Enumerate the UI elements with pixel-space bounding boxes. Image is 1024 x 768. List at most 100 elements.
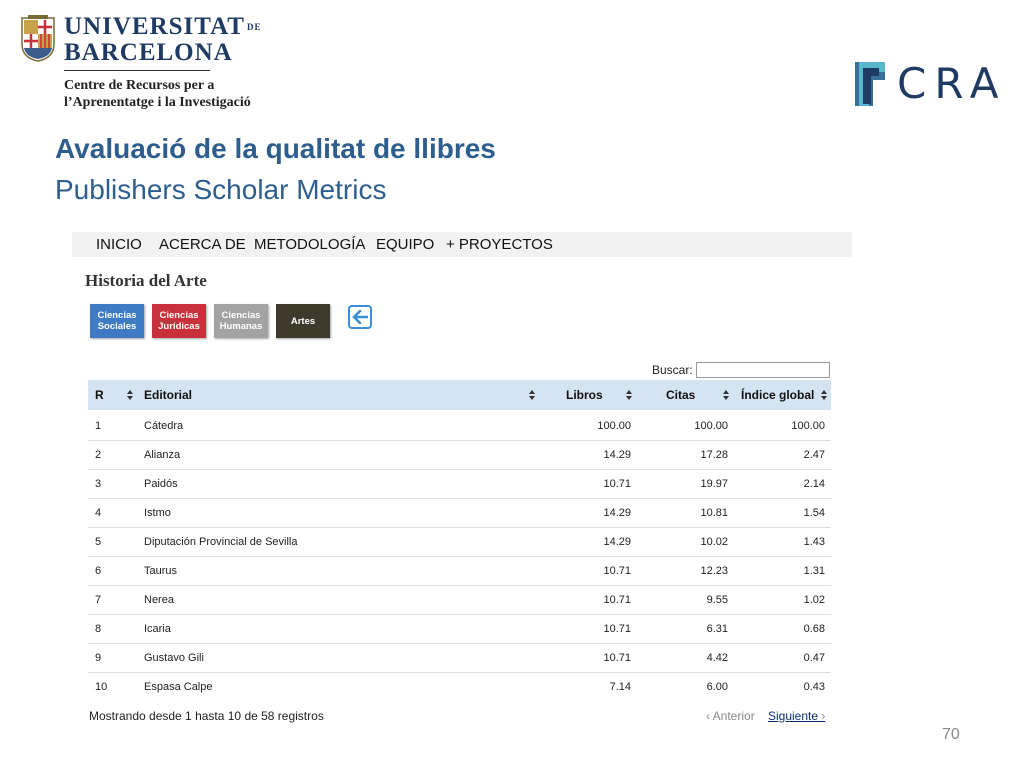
cell-libros: 7.14 (609, 681, 631, 693)
cell-indice-global: 0.43 (803, 681, 825, 693)
branding-divider (64, 70, 210, 71)
cell-citas: 6.00 (706, 681, 728, 693)
university-name: UNIVERSITAT DE BARCELONA (64, 14, 261, 66)
cell-rank: 2 (95, 449, 102, 461)
crai-logo-text: CRAI (897, 59, 1003, 108)
cell-indice-global: 1.31 (803, 565, 825, 577)
university-shield-logo (21, 15, 55, 62)
category-label-line1: Ciencias (159, 310, 199, 321)
category-ciencias-humanas-button[interactable]: Ciencias Humanas (214, 304, 268, 338)
table-row: 6 Taurus 10.71 12.23 1.31 (88, 556, 831, 586)
category-label-line1: Ciencias (221, 310, 261, 321)
cell-indice-global: 1.02 (803, 594, 825, 606)
cell-rank: 10 (95, 681, 108, 693)
search-input[interactable] (696, 362, 830, 378)
university-de: DE (246, 22, 262, 32)
cell-citas: 12.23 (700, 565, 728, 577)
cell-libros: 14.29 (603, 536, 631, 548)
table-row: 9 Gustavo Gili 10.71 4.42 0.47 (88, 643, 831, 673)
table-row: 7 Nerea 10.71 9.55 1.02 (88, 585, 831, 615)
category-label-line2: Sociales (97, 321, 137, 332)
cell-citas: 9.55 (706, 594, 728, 606)
sort-icon[interactable] (126, 389, 134, 401)
cell-editorial: Alianza (144, 449, 181, 461)
cell-libros: 10.71 (603, 652, 631, 664)
sort-icon[interactable] (625, 389, 633, 401)
cell-libros: 10.71 (603, 478, 631, 490)
cell-indice-global: 1.54 (803, 507, 825, 519)
table-row: 8 Icaria 10.71 6.31 0.68 (88, 614, 831, 644)
cell-rank: 8 (95, 623, 102, 635)
cell-citas: 6.31 (706, 623, 728, 635)
table-info: Mostrando desde 1 hasta 10 de 58 registr… (89, 709, 324, 723)
cell-rank: 3 (95, 478, 102, 490)
sort-icon[interactable] (722, 389, 730, 401)
category-artes-button[interactable]: Artes (276, 304, 330, 338)
nav-item-equipo[interactable]: EQUIPO (376, 236, 434, 253)
pagination-previous[interactable]: ‹ Anterior (706, 709, 755, 723)
cell-editorial: Icaria (144, 623, 171, 635)
table-row: 1 Cátedra 100.00 100.00 100.00 (88, 411, 831, 441)
table-header: R Editorial Libros Citas Índice global (88, 380, 831, 410)
slide-subtitle: Publishers Scholar Metrics (55, 174, 387, 205)
column-header-editorial[interactable]: Editorial (144, 388, 192, 402)
cell-rank: 7 (95, 594, 102, 606)
cell-editorial: Paidós (144, 478, 178, 490)
back-button[interactable] (348, 305, 372, 329)
cell-editorial: Diputación Provincial de Sevilla (144, 536, 298, 548)
cell-indice-global: 2.47 (803, 449, 825, 461)
category-ciencias-juridicas-button[interactable]: Ciencias Jurídicas (152, 304, 206, 338)
category-label-line2: Humanas (219, 321, 263, 332)
university-line1: UNIVERSITAT (64, 13, 245, 40)
nav-item-proyectos[interactable]: + PROYECTOS (446, 236, 553, 253)
cell-editorial: Nerea (144, 594, 174, 606)
top-nav: INICIO ACERCA DE METODOLOGÍA EQUIPO + PR… (72, 232, 852, 257)
cell-rank: 5 (95, 536, 102, 548)
cell-rank: 4 (95, 507, 102, 519)
search-label: Buscar: (652, 363, 693, 377)
crai-name-line2: l’Aprenentatge i la Investigació (64, 95, 251, 110)
cell-rank: 6 (95, 565, 102, 577)
sort-icon[interactable] (820, 389, 828, 401)
cell-editorial: Espasa Calpe (144, 681, 213, 693)
cell-libros: 10.71 (603, 594, 631, 606)
table-row: 3 Paidós 10.71 19.97 2.14 (88, 469, 831, 499)
cell-indice-global: 0.47 (803, 652, 825, 664)
cell-libros: 14.29 (603, 449, 631, 461)
cell-indice-global: 0.68 (803, 623, 825, 635)
table-row: 2 Alianza 14.29 17.28 2.47 (88, 440, 831, 470)
cell-citas: 10.02 (700, 536, 728, 548)
cell-citas: 10.81 (700, 507, 728, 519)
cell-citas: 100.00 (694, 420, 728, 432)
crai-logo: CRAI (855, 59, 1003, 108)
chevron-left-icon: ‹ (706, 709, 710, 723)
nav-item-acerca-de[interactable]: ACERCA DE (159, 236, 246, 253)
cell-editorial: Taurus (144, 565, 178, 577)
cell-citas: 4.42 (706, 652, 728, 664)
category-label-line1: Ciencias (97, 310, 137, 321)
crai-name-line1: Centre de Recursos per a (64, 78, 215, 93)
next-label: Siguiente (768, 709, 819, 723)
category-label-line2: Jurídicas (158, 321, 200, 332)
cell-indice-global: 100.00 (791, 420, 825, 432)
column-header-citas[interactable]: Citas (666, 388, 695, 402)
category-ciencias-sociales-button[interactable]: Ciencias Sociales (90, 304, 144, 338)
nav-item-metodologia[interactable]: METODOLOGÍA (254, 236, 365, 253)
table-row: 10 Espasa Calpe 7.14 6.00 0.43 (88, 672, 831, 701)
cell-editorial: Istmo (144, 507, 171, 519)
nav-item-inicio[interactable]: INICIO (96, 236, 142, 253)
cell-editorial: Gustavo Gili (144, 652, 204, 664)
cell-libros: 14.29 (603, 507, 631, 519)
pagination-next[interactable]: Siguiente › (768, 709, 825, 723)
cell-rank: 9 (95, 652, 102, 664)
cell-libros: 10.71 (603, 565, 631, 577)
column-header-rank[interactable]: R (95, 388, 104, 402)
cell-libros: 100.00 (597, 420, 631, 432)
cell-citas: 17.28 (700, 449, 728, 461)
cell-citas: 19.97 (700, 478, 728, 490)
table-row: 5 Diputación Provincial de Sevilla 14.29… (88, 527, 831, 557)
column-header-indice-global[interactable]: Índice global (741, 388, 814, 402)
slide-title: Avaluació de la qualitat de llibres (55, 133, 496, 164)
column-header-libros[interactable]: Libros (566, 388, 603, 402)
sort-icon[interactable] (528, 389, 536, 401)
